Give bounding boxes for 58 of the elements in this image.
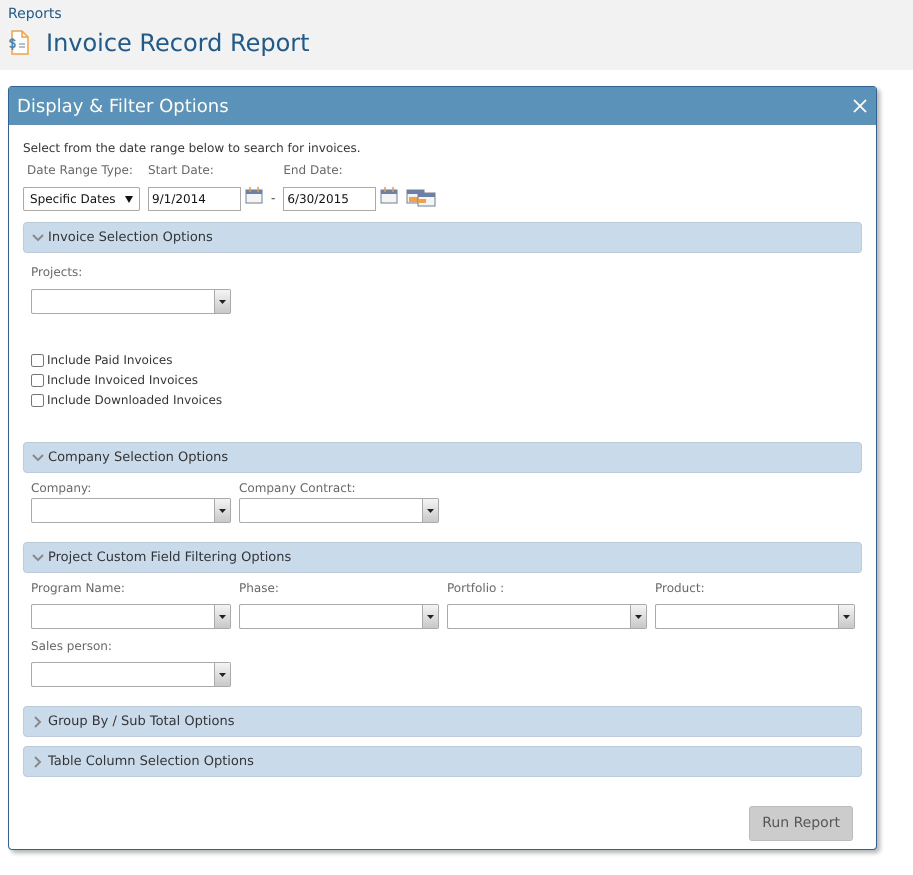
dropdown-field[interactable] (31, 498, 231, 523)
caret-icon (427, 614, 434, 618)
dropdown-field[interactable] (239, 498, 439, 523)
checkbox-label: Include Invoiced Invoices (47, 372, 198, 389)
caret-icon (219, 508, 226, 512)
field-label: Start Date: (148, 162, 215, 179)
close-icon[interactable] (852, 98, 868, 114)
checkbox-label: Include Paid Invoices (47, 352, 172, 369)
dropdown-field[interactable] (447, 604, 647, 629)
chevron-right-icon (32, 716, 44, 728)
field-label: Date Range Type: (26, 162, 134, 179)
run-report-button[interactable]: Run Report (749, 806, 853, 841)
panel-title: Display & Filter Options (17, 94, 229, 118)
section-header[interactable]: Invoice Selection Options (23, 222, 862, 253)
chevron-down-icon (32, 452, 44, 464)
field-label: Phase: (239, 580, 280, 597)
section-header[interactable]: Company Selection Options (23, 442, 862, 473)
calendars-icon[interactable] (406, 187, 436, 207)
start-date-field[interactable]: 9/1/2014 (148, 187, 241, 211)
chevron-down-icon (32, 552, 44, 564)
caret-icon (843, 614, 850, 618)
dropdown-field[interactable] (239, 604, 439, 629)
invoice-icon (8, 30, 30, 56)
field-label: Product: (655, 580, 706, 597)
section-header[interactable]: Project Custom Field Filtering Options (23, 542, 862, 573)
field-label: Company: (31, 480, 92, 497)
breadcrumb-link[interactable]: Reports (8, 4, 905, 25)
date-separator: - (271, 190, 276, 207)
caret-icon (125, 196, 133, 202)
dropdown-field[interactable] (655, 604, 855, 629)
caret-icon (219, 614, 226, 618)
checkbox[interactable] (31, 354, 44, 366)
field-label: Projects: (31, 264, 84, 281)
field-label: End Date: (283, 162, 344, 179)
calendar-icon[interactable] (380, 187, 398, 204)
section-header[interactable]: Table Column Selection Options (23, 746, 862, 777)
field-label: Sales person: (31, 638, 113, 655)
field-label: Program Name: (31, 580, 126, 597)
caret-icon (219, 300, 226, 304)
caret-icon (219, 672, 226, 676)
caret-icon (427, 508, 434, 512)
end-date-field[interactable]: 6/30/2015 (283, 187, 376, 211)
dropdown-field[interactable] (31, 604, 231, 629)
chevron-down-icon (32, 232, 44, 244)
page-title: Invoice Record Report (46, 29, 310, 58)
chevron-right-icon (32, 756, 44, 768)
dropdown-field[interactable] (31, 289, 231, 314)
intro-text: Select from the date range below to search for invoices. (23, 140, 362, 157)
field-label: Company Contract: (239, 480, 357, 497)
checkbox[interactable] (31, 394, 44, 406)
calendar-icon[interactable] (245, 187, 263, 204)
checkbox[interactable] (31, 374, 44, 386)
checkbox-label: Include Downloaded Invoices (47, 392, 222, 409)
dropdown-field[interactable] (31, 662, 231, 687)
caret-icon (635, 614, 642, 618)
date-range-dropdown[interactable]: Specific Dates (23, 187, 140, 211)
section-header[interactable]: Group By / Sub Total Options (23, 706, 862, 737)
field-label: Portfolio : (447, 580, 506, 597)
